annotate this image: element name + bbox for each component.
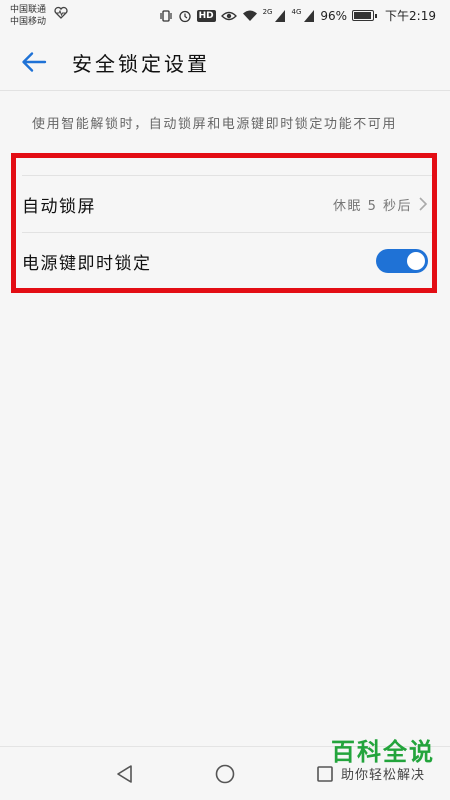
nav-back-button[interactable] (112, 761, 138, 787)
battery-icon (352, 10, 378, 21)
status-time: 下午2:19 (385, 9, 436, 23)
carrier-info: 中国联通 中国移动 (10, 4, 46, 28)
watermark-sub: 助你轻松解决 (340, 768, 425, 783)
home-circle-icon (215, 764, 235, 784)
eye-icon (220, 11, 237, 20)
back-button[interactable] (18, 47, 50, 77)
status-icons: HD 2G 4G 96% 下午2:19 (159, 7, 436, 24)
carrier-1: 中国联通 (10, 5, 47, 15)
battery-percent: 96% (320, 8, 348, 23)
net-4g-label: 4G (291, 7, 302, 16)
page-title: 安全锁定设置 (72, 52, 210, 76)
pulse-icon (54, 6, 68, 19)
signal-icon (275, 9, 286, 22)
hd-badge: HD (196, 9, 216, 22)
highlight-box (11, 153, 437, 293)
header: 安全锁定设置 (0, 32, 450, 90)
watermark: 百科全说 助你轻松解决 (324, 737, 442, 793)
carrier-2: 中国移动 (10, 17, 47, 27)
arrow-left-icon (22, 52, 47, 72)
vibrate-icon (159, 9, 172, 22)
alarm-icon (178, 10, 191, 22)
hint-text: 使用智能解锁时，自动锁屏和电源键即时锁定功能不可用 (32, 117, 398, 132)
watermark-main: 百科全说 (331, 738, 435, 766)
wifi-icon (242, 10, 257, 21)
screen: 中国联通 中国移动 HD 2G 4G 96% 下午2:19 安全锁定设置 使用智… (0, 0, 450, 800)
nav-home-button[interactable] (212, 761, 238, 787)
header-divider (0, 90, 450, 91)
back-triangle-icon (117, 765, 132, 783)
signal-icon-2 (304, 9, 315, 22)
net-2g-label: 2G (262, 7, 273, 16)
status-bar: 中国联通 中国移动 HD 2G 4G 96% 下午2:19 (0, 0, 450, 32)
